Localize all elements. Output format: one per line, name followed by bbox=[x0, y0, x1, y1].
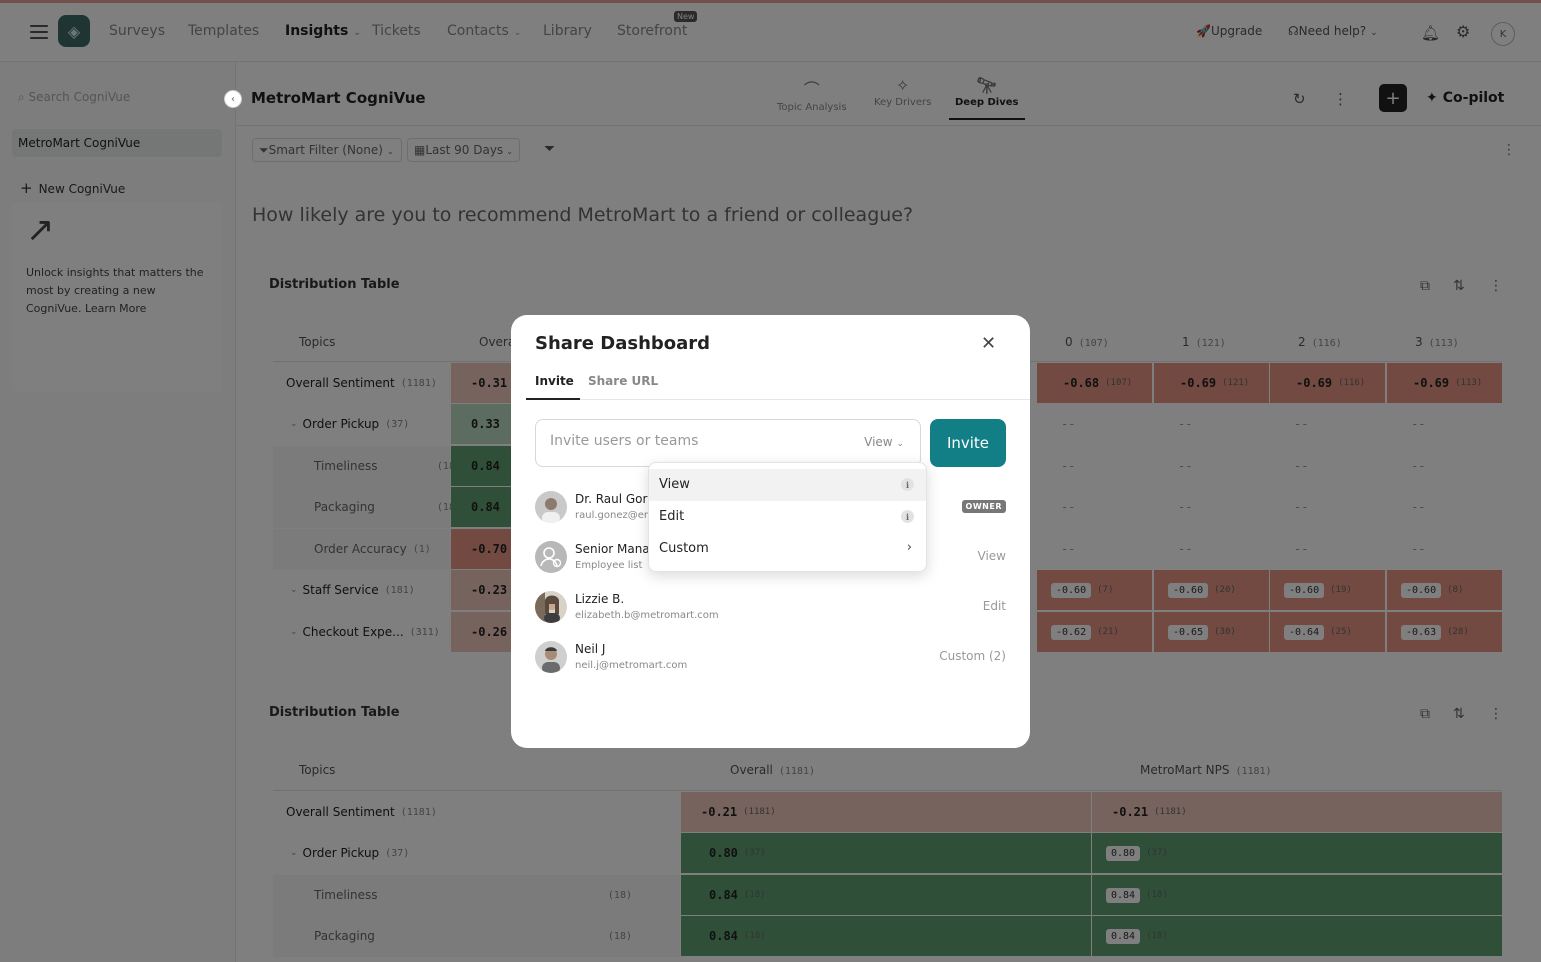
chevron-down-icon: ⌄ bbox=[896, 439, 904, 449]
dropdown-item-custom[interactable]: Custom › bbox=[649, 533, 926, 565]
tab-divider bbox=[526, 399, 1030, 400]
dropdown-item-edit[interactable]: Edit i bbox=[649, 501, 926, 533]
team-icon bbox=[535, 541, 567, 573]
user-row-lizzie: Lizzie B. elizabeth.b@metromart.com Edit bbox=[535, 587, 1006, 627]
info-icon[interactable]: i bbox=[901, 478, 914, 491]
permission-dropdown: View i Edit i Custom › bbox=[648, 462, 927, 572]
role-select[interactable]: Edit bbox=[983, 599, 1006, 613]
user-name: Neil J bbox=[575, 642, 606, 656]
dropdown-label: Custom bbox=[659, 541, 709, 556]
user-email: raul.gonez@er bbox=[575, 510, 649, 521]
permission-label: View bbox=[864, 435, 893, 449]
active-tab-indicator bbox=[526, 398, 580, 400]
user-name: Dr. Raul Gor bbox=[575, 492, 648, 506]
collapse-sidebar-button[interactable]: ‹ bbox=[224, 90, 242, 108]
invite-input[interactable] bbox=[550, 433, 840, 449]
user-row-neil: Neil J neil.j@metromart.com Custom (2) bbox=[535, 637, 1006, 677]
tab-invite[interactable]: Invite bbox=[535, 374, 574, 388]
permission-select[interactable]: View ⌄ bbox=[864, 435, 904, 449]
user-email: Employee list bbox=[575, 560, 643, 571]
invite-field[interactable]: View ⌄ bbox=[535, 419, 921, 467]
role-select[interactable]: View bbox=[978, 549, 1006, 563]
avatar bbox=[535, 491, 567, 523]
info-icon[interactable]: i bbox=[901, 510, 914, 523]
chevron-right-icon: › bbox=[906, 540, 912, 555]
role-select[interactable]: Custom (2) bbox=[939, 649, 1006, 663]
tab-share-url[interactable]: Share URL bbox=[588, 374, 658, 388]
invite-button[interactable]: Invite bbox=[930, 419, 1006, 467]
dropdown-label: Edit bbox=[659, 509, 685, 524]
user-email: neil.j@metromart.com bbox=[575, 660, 688, 671]
avatar bbox=[535, 641, 567, 673]
user-name: Senior Mana bbox=[575, 542, 650, 556]
avatar bbox=[535, 591, 567, 623]
user-email: elizabeth.b@metromart.com bbox=[575, 610, 719, 621]
owner-badge: OWNER bbox=[961, 500, 1006, 513]
user-name: Lizzie B. bbox=[575, 592, 625, 606]
dropdown-label: View bbox=[659, 477, 690, 492]
modal-title: Share Dashboard bbox=[535, 333, 711, 354]
dropdown-item-view[interactable]: View i bbox=[649, 469, 926, 501]
close-icon[interactable]: ✕ bbox=[981, 333, 996, 354]
app-root: ◈ Surveys Templates Insights⌄ Tickets Co… bbox=[0, 0, 1541, 962]
